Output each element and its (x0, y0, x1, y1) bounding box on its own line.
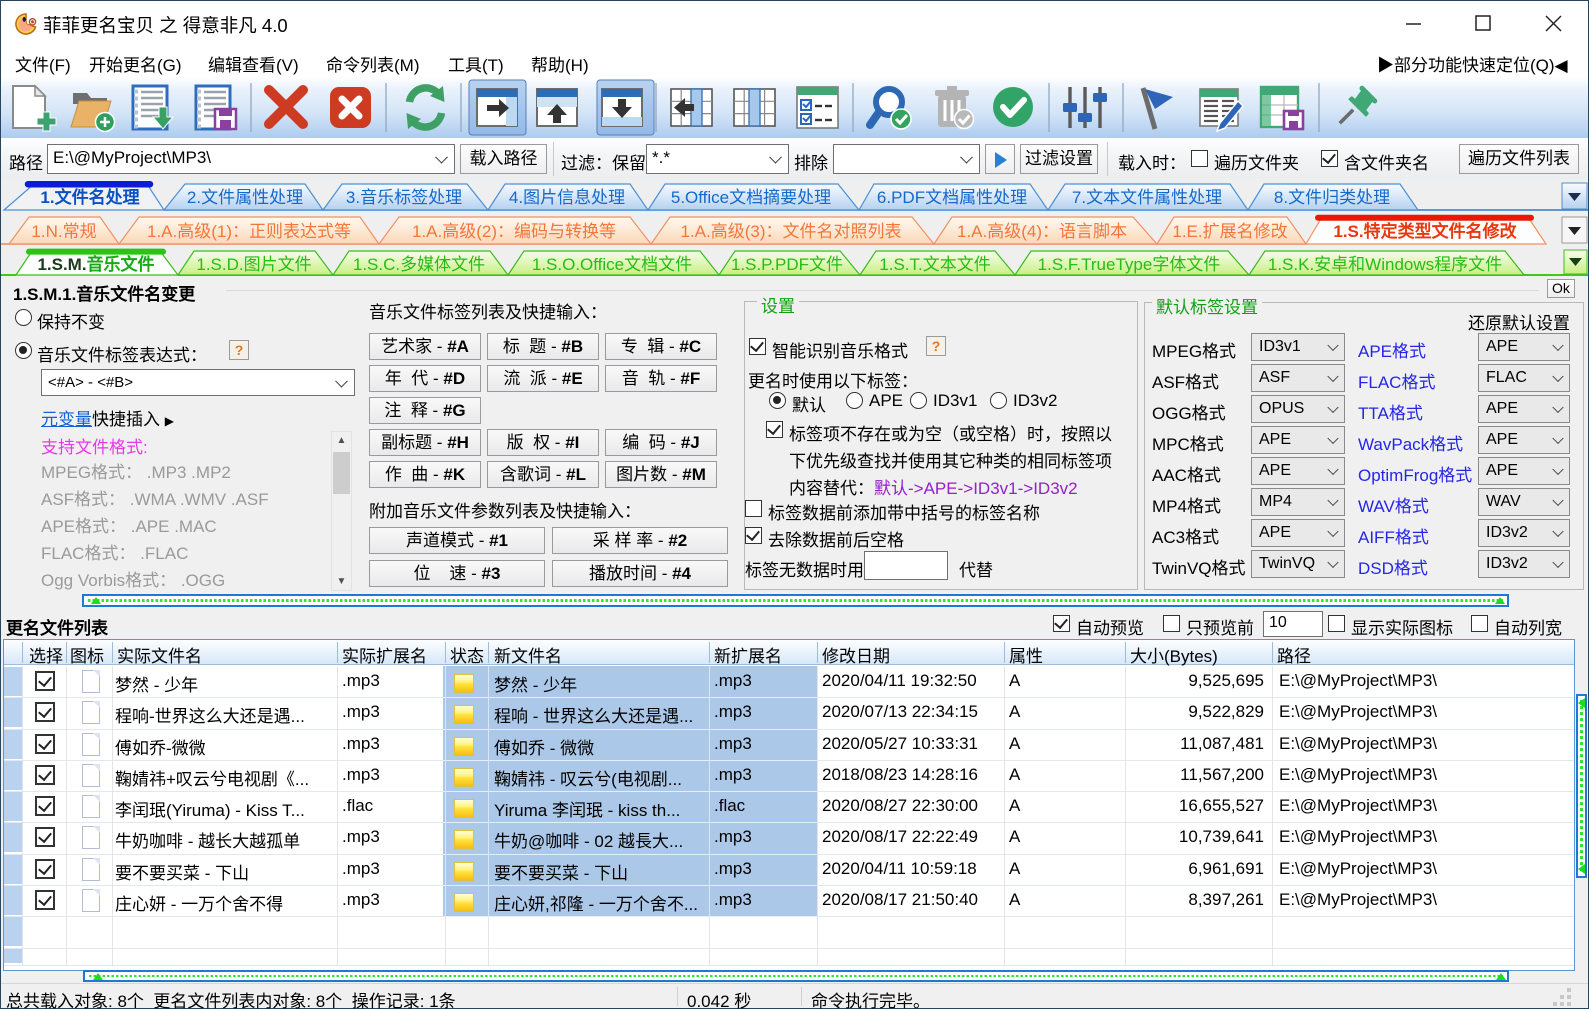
svg-text:1.N.常规: 1.N.常规 (31, 222, 96, 241)
svg-text:1.S.F.TrueType字体文件: 1.S.F.TrueType字体文件 (1038, 255, 1221, 274)
svg-text:3.音乐标签处理: 3.音乐标签处理 (346, 188, 462, 207)
svg-text:4.图片信息处理: 4.图片信息处理 (509, 188, 625, 207)
svg-text:1.A.高级(1)：正则表达式等: 1.A.高级(1)：正则表达式等 (147, 222, 351, 241)
svg-text:2.文件属性处理: 2.文件属性处理 (187, 188, 303, 207)
svg-text:1.S.T.文本文件: 1.S.T.文本文件 (879, 255, 990, 274)
svg-text:1.S.P.PDF文件: 1.S.P.PDF文件 (731, 255, 843, 274)
svg-text:1.A.高级(2)：编码与转换等: 1.A.高级(2)：编码与转换等 (412, 222, 616, 241)
svg-text:1.S.D.图片文件: 1.S.D.图片文件 (196, 255, 311, 274)
svg-text:1.S.K.安卓和Windows程序文件: 1.S.K.安卓和Windows程序文件 (1268, 255, 1502, 274)
svg-text:1.S.M.音乐文件: 1.S.M.音乐文件 (37, 254, 154, 274)
svg-text:5.Office文档摘要处理: 5.Office文档摘要处理 (671, 188, 831, 207)
svg-text:1.E.扩展名修改: 1.E.扩展名修改 (1172, 222, 1287, 241)
svg-text:1.A.高级(3)：文件名对照列表: 1.A.高级(3)：文件名对照列表 (680, 222, 901, 241)
svg-text:1.S.C.多媒体文件: 1.S.C.多媒体文件 (353, 255, 485, 274)
svg-text:1.S.特定类型文件名修改: 1.S.特定类型文件名修改 (1333, 221, 1517, 241)
svg-text:7.文本文件属性处理: 7.文本文件属性处理 (1072, 188, 1222, 207)
svg-text:1.S.O.Office文档文件: 1.S.O.Office文档文件 (532, 255, 692, 274)
svg-text:1.文件名处理: 1.文件名处理 (40, 187, 139, 207)
svg-text:8.文件归类处理: 8.文件归类处理 (1274, 188, 1390, 207)
svg-text:1.A.高级(4)：语言脚本: 1.A.高级(4)：语言脚本 (957, 222, 1127, 241)
svg-text:6.PDF文档属性处理: 6.PDF文档属性处理 (877, 188, 1027, 207)
